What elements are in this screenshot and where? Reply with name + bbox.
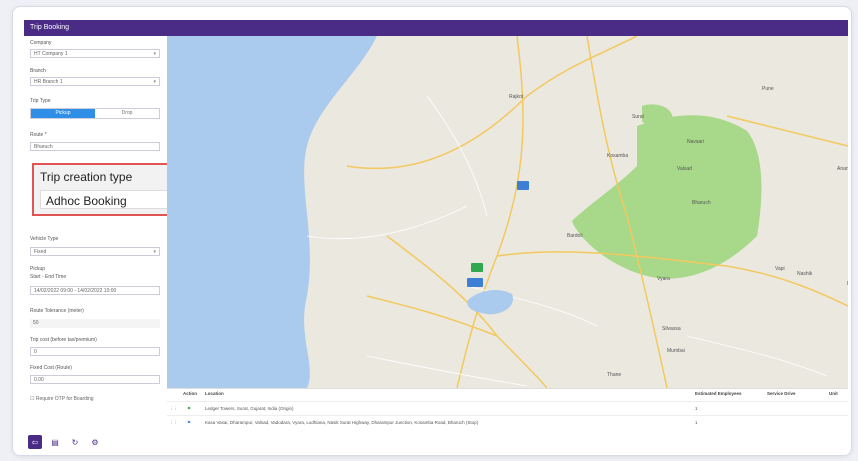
chevron-down-icon: ▾ bbox=[153, 51, 156, 57]
vehicle-type-label: Vehicle Type bbox=[30, 236, 59, 242]
trip-cost-input[interactable]: 0 bbox=[30, 347, 160, 356]
table-row[interactable]: ⋮⋮ ⚑ Kasa Vasai, Dharampur, Valsad, Vado… bbox=[167, 415, 848, 430]
company-label: Company bbox=[30, 40, 52, 46]
origin-flag-icon: ⚑ bbox=[187, 406, 192, 411]
fixed-cost-label: Fixed Cost (Route) bbox=[30, 365, 72, 371]
map-place-label: Anand bbox=[837, 166, 848, 172]
start-end-input[interactable]: 14/02/2022 09:00 - 14/02/2022 10:00 bbox=[30, 286, 160, 295]
route-value: Bharuch bbox=[34, 144, 53, 150]
page-title: Trip Booking bbox=[24, 20, 848, 36]
route-tolerance-value: 50 bbox=[33, 320, 39, 326]
map-place-label: Valsad bbox=[677, 166, 692, 172]
drag-handle-icon[interactable]: ⋮⋮ bbox=[169, 406, 178, 412]
route-select[interactable]: Bharuch bbox=[30, 142, 160, 151]
column-header-employees: Estimated Employees bbox=[695, 391, 742, 396]
map-place-label: Thane bbox=[607, 372, 622, 378]
map-canvas bbox=[167, 36, 848, 388]
stop-flag-icon: ⚑ bbox=[187, 420, 192, 425]
route-label: Route * bbox=[30, 132, 47, 138]
map-place-label: Nashik bbox=[797, 271, 813, 277]
map-place-label: Navsari bbox=[687, 139, 704, 145]
table-row[interactable]: ⋮⋮ ⚑ Ledger Towers, Surat, Gujarat, Indi… bbox=[167, 401, 848, 416]
bottom-toolbar: ⇦ ▤ ↻ ⚙ bbox=[28, 434, 102, 450]
pickup-label: Pickup bbox=[30, 266, 46, 272]
stop-marker-icon[interactable] bbox=[517, 181, 529, 190]
company-value: HT Company 1 bbox=[34, 51, 68, 57]
row-location: Kasa Vasai, Dharampur, Valsad, Vadodara,… bbox=[205, 420, 479, 425]
fixed-cost-input[interactable]: 0.00 bbox=[30, 375, 160, 384]
booking-form: Company HT Company 1 ▾ Branch HR Branch … bbox=[24, 36, 167, 430]
trip-type-drop[interactable]: Drop bbox=[95, 109, 159, 118]
map-place-label: Vyara bbox=[657, 276, 670, 282]
trip-type-pickup[interactable]: Pickup bbox=[31, 109, 95, 118]
trip-creation-type-label: Trip creation type bbox=[40, 170, 133, 184]
exit-icon[interactable]: ⇦ bbox=[28, 435, 42, 449]
map-place-label: Rajkot bbox=[509, 94, 524, 100]
row-employees: 1 bbox=[695, 420, 698, 425]
branch-value: HR Branch 1 bbox=[34, 79, 63, 85]
map-place-label: Mumbai bbox=[667, 348, 685, 354]
vehicle-type-value: Fixed bbox=[34, 249, 47, 255]
row-employees: 1 bbox=[695, 406, 698, 411]
settings-icon[interactable]: ⚙ bbox=[88, 435, 102, 449]
refresh-icon[interactable]: ↻ bbox=[68, 435, 82, 449]
vehicle-type-select[interactable]: Fixed ▾ bbox=[30, 247, 160, 256]
route-tolerance-label: Route Tolerance (meter) bbox=[30, 308, 84, 314]
map-place-label: Kosamba bbox=[607, 153, 629, 159]
column-header-service-drive: Service Drive bbox=[767, 391, 796, 396]
map-place-label: Silvassa bbox=[662, 326, 681, 332]
trip-type-label: Trip Type bbox=[30, 98, 51, 104]
map-place-label: Bardoli bbox=[567, 233, 583, 239]
map-place-label: Bharuch bbox=[692, 200, 711, 206]
trip-cost-value: 0 bbox=[34, 349, 37, 355]
trip-cost-label: Trip cost (before tax/premium) bbox=[30, 337, 97, 343]
column-header-action: Action bbox=[183, 391, 197, 396]
branch-label: Branch bbox=[30, 68, 46, 74]
map-place-label: Dhule bbox=[847, 281, 848, 287]
otp-checkbox-row[interactable]: ☐ Require OTP for Boarding bbox=[30, 396, 94, 402]
checkbox-icon[interactable]: ☐ bbox=[30, 396, 34, 402]
branch-select[interactable]: HR Branch 1 ▾ bbox=[30, 77, 160, 86]
fixed-cost-value: 0.00 bbox=[34, 377, 44, 383]
trip-creation-type-value: Adhoc Booking bbox=[46, 194, 127, 208]
column-header-unit: Unit bbox=[829, 391, 838, 396]
otp-checkbox-label: Require OTP for Boarding bbox=[35, 396, 94, 402]
start-end-value: 14/02/2022 09:00 - 14/02/2022 10:00 bbox=[34, 288, 117, 294]
map-place-label: Pune bbox=[762, 86, 774, 92]
route-map[interactable]: Rajkot Surat Navsari Valsad Kosamba Bharuch An… bbox=[167, 36, 848, 388]
chevron-down-icon: ▾ bbox=[153, 79, 156, 85]
company-select[interactable]: HT Company 1 ▾ bbox=[30, 49, 160, 58]
route-stops-table: Action Location Estimated Employees Serv… bbox=[167, 388, 848, 433]
stop-marker-icon[interactable] bbox=[467, 278, 483, 287]
chevron-down-icon: ▾ bbox=[153, 249, 156, 255]
drag-handle-icon[interactable]: ⋮⋮ bbox=[169, 420, 178, 426]
route-tolerance-input[interactable]: 50 bbox=[30, 319, 160, 328]
column-header-location: Location bbox=[205, 391, 224, 396]
map-place-label: Vapi bbox=[775, 266, 785, 272]
origin-flag-icon[interactable] bbox=[471, 263, 483, 272]
row-location: Ledger Towers, Surat, Gujarat, India (Or… bbox=[205, 406, 294, 411]
document-icon[interactable]: ▤ bbox=[48, 435, 62, 449]
trip-type-toggle: Pickup Drop bbox=[30, 108, 160, 119]
map-place-label: Surat bbox=[632, 114, 644, 120]
start-end-label: Start - End Time bbox=[30, 274, 67, 280]
